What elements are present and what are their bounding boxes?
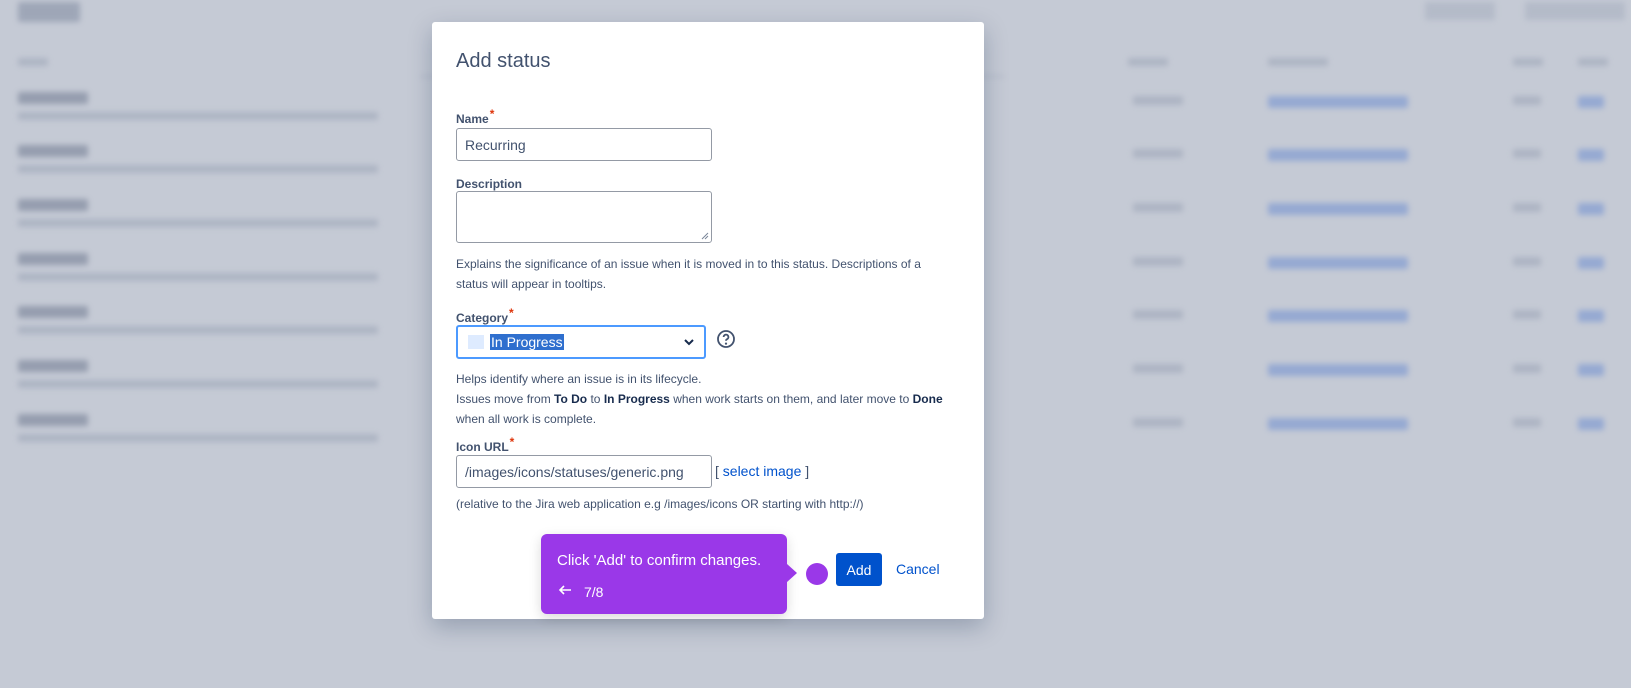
- category-label: Category*: [456, 306, 514, 325]
- description-help-line1: Explains the significance of an issue wh…: [456, 257, 921, 271]
- category-help-line3: when all work is complete.: [456, 412, 597, 426]
- resize-handle-icon[interactable]: [701, 232, 709, 240]
- background-button: [1525, 2, 1625, 20]
- select-image: [ select image ]: [715, 463, 810, 479]
- name-input-value: Recurring: [465, 136, 526, 153]
- name-input[interactable]: Recurring: [456, 128, 712, 161]
- icon-url-label: Icon URL*: [456, 435, 515, 454]
- category-help-line1: Helps identify where an issue is in its …: [456, 372, 702, 386]
- category-select[interactable]: In Progress: [456, 325, 706, 359]
- background-page-title: [18, 2, 80, 22]
- icon-url-help: (relative to the Jira web application e.…: [456, 497, 864, 511]
- required-marker: *: [489, 107, 495, 121]
- select-image-link[interactable]: select image: [723, 463, 802, 479]
- name-label: Name*: [456, 107, 495, 126]
- guide-tooltip: Click 'Add' to confirm changes. 7/8: [541, 534, 797, 614]
- tooltip-message: Click 'Add' to confirm changes.: [557, 552, 762, 569]
- background-button: [1425, 2, 1495, 20]
- category-selected-value: In Progress: [490, 334, 564, 350]
- cancel-link[interactable]: Cancel: [896, 561, 940, 577]
- required-marker: *: [509, 435, 515, 449]
- tooltip-step-counter: 7/8: [584, 584, 604, 600]
- dialog-title: Add status: [456, 50, 551, 72]
- icon-url-value: /images/icons/statuses/generic.png: [465, 463, 684, 480]
- description-label: Description: [456, 177, 523, 191]
- category-help-line2: Issues move from To Do to In Progress wh…: [456, 392, 943, 406]
- add-status-dialog: Add status Name* Recurring Description E…: [432, 22, 984, 619]
- add-button[interactable]: Add: [836, 553, 882, 586]
- help-question-icon[interactable]: [716, 329, 736, 349]
- description-textarea[interactable]: [456, 191, 712, 243]
- status-color-swatch: [468, 335, 484, 349]
- required-marker: *: [509, 306, 514, 320]
- icon-url-input[interactable]: /images/icons/statuses/generic.png: [456, 455, 712, 488]
- chevron-down-icon: [684, 339, 694, 346]
- guide-hotspot-dot[interactable]: [806, 563, 828, 585]
- description-help-line2: status will appear in tooltips.: [456, 277, 607, 291]
- arrow-left-icon[interactable]: [557, 582, 573, 598]
